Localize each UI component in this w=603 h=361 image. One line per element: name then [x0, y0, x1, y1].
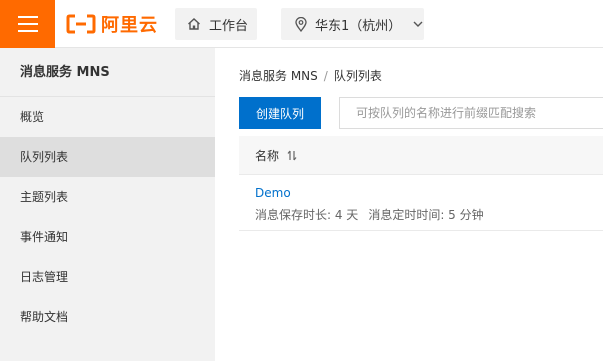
- create-queue-button[interactable]: 创建队列: [239, 97, 321, 129]
- sidebar: 消息服务 MNS 概览 队列列表 主题列表 事件通知 日志管理 帮助文档: [0, 48, 215, 361]
- aliyun-logo[interactable]: 阿里云: [66, 12, 158, 36]
- workbench-button[interactable]: 工作台: [175, 8, 257, 40]
- logo-text: 阿里云: [101, 15, 158, 36]
- queue-name-link[interactable]: Demo: [255, 186, 291, 200]
- workbench-label: 工作台: [209, 18, 249, 34]
- region-label: 华东1（杭州）: [315, 18, 402, 34]
- main-content: 消息服务 MNS/队列列表 创建队列 名称 Demo 消息保存时长: 4 天消息…: [215, 48, 603, 361]
- sidebar-item-label: 日志管理: [20, 270, 69, 284]
- region-selector[interactable]: 华东1（杭州）: [281, 8, 424, 40]
- sidebar-item-topic-list[interactable]: 主题列表: [0, 177, 215, 217]
- queue-retention: 消息保存时长: 4 天: [255, 208, 359, 222]
- sidebar-item-label: 帮助文档: [20, 310, 69, 324]
- breadcrumb-separator: /: [323, 69, 328, 83]
- sidebar-item-help-docs[interactable]: 帮助文档: [0, 297, 215, 337]
- sidebar-item-label: 事件通知: [20, 230, 69, 244]
- location-pin-icon: [295, 16, 307, 32]
- queue-meta: 消息保存时长: 4 天消息定时时间: 5 分钟: [255, 206, 484, 223]
- table-row: Demo 消息保存时长: 4 天消息定时时间: 5 分钟: [239, 175, 603, 231]
- table-header: 名称: [239, 136, 603, 175]
- home-icon: [188, 18, 200, 30]
- sort-icon[interactable]: [287, 150, 297, 161]
- sidebar-item-label: 队列列表: [20, 150, 69, 164]
- breadcrumb-current: 队列列表: [333, 69, 382, 83]
- top-navigation-bar: 阿里云 工作台 华东1（杭州）: [0, 0, 603, 48]
- sidebar-title: 消息服务 MNS: [0, 48, 215, 97]
- sidebar-item-event-notification[interactable]: 事件通知: [0, 217, 215, 257]
- breadcrumb: 消息服务 MNS / 队列列表: [239, 67, 382, 84]
- breadcrumb-root[interactable]: 消息服务 MNS: [239, 69, 318, 83]
- search-input[interactable]: [339, 97, 603, 129]
- sidebar-item-log-management[interactable]: 日志管理: [0, 257, 215, 297]
- column-header-name: 名称: [255, 148, 280, 163]
- aliyun-logo-icon: [66, 14, 96, 34]
- sidebar-item-overview[interactable]: 概览: [0, 97, 215, 137]
- chevron-down-icon: [413, 21, 423, 27]
- queue-delay: 消息定时时间: 5 分钟: [368, 208, 484, 222]
- sidebar-item-queue-list[interactable]: 队列列表: [0, 137, 215, 177]
- menu-button[interactable]: [0, 0, 55, 48]
- sidebar-item-label: 概览: [20, 110, 45, 124]
- sidebar-item-label: 主题列表: [20, 190, 69, 204]
